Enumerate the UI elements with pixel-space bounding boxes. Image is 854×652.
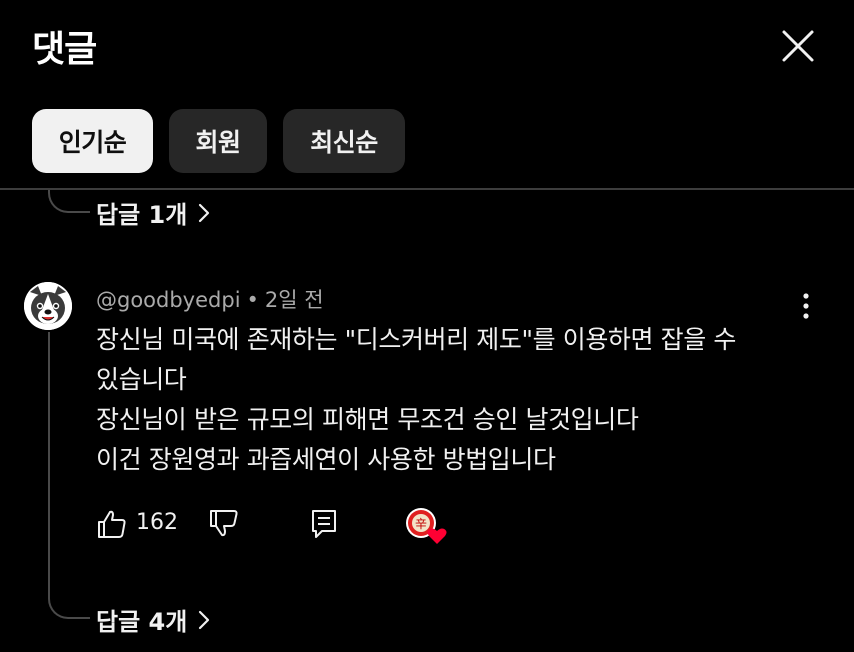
chip-newest[interactable]: 최신순 [283, 109, 405, 173]
comment-line: 있습니다 [96, 365, 187, 394]
comment-text: 장신님 미국에 존재하는 "디스커버리 제도"를 이용하면 잡을 수 있습니다 … [96, 320, 796, 480]
replies-label: 답글 4개 [96, 608, 188, 636]
view-replies-button[interactable]: 답글 1개 [96, 195, 211, 230]
close-button[interactable] [776, 24, 820, 68]
comment-time[interactable]: 2일 전 [265, 288, 324, 312]
meta-separator: • [246, 288, 259, 312]
comment-meta: @goodbyedpi • 2일 전 [96, 284, 324, 314]
replies-label: 답글 1개 [96, 201, 188, 229]
creator-heart-badge: 辛 [404, 506, 448, 546]
comment-actions: 162 辛 [96, 500, 456, 548]
chevron-right-icon [199, 203, 210, 222]
dog-avatar-icon [24, 282, 72, 330]
thread-connector [48, 190, 90, 213]
sort-filter-chips: 인기순 회원 최신순 [32, 109, 405, 173]
page-title: 댓글 [32, 29, 97, 70]
header-divider [0, 188, 854, 190]
avatar[interactable] [24, 282, 72, 330]
comment-line: 장신님 미국에 존재하는 "디스커버리 제도"를 이용하면 잡을 수 [96, 325, 737, 354]
comment-author[interactable]: @goodbyedpi [96, 288, 241, 312]
comment-reply-icon [312, 510, 336, 538]
reply-button[interactable] [310, 508, 338, 544]
more-options-button[interactable] [792, 288, 820, 324]
like-button[interactable] [96, 508, 128, 544]
dislike-button[interactable] [208, 508, 240, 544]
thumb-up-icon [98, 510, 126, 538]
close-icon [782, 30, 814, 62]
more-vert-icon [803, 293, 809, 319]
chip-popular[interactable]: 인기순 [32, 109, 153, 173]
creator-heart-char: 辛 [415, 517, 427, 531]
creator-heart-icon: 辛 [406, 508, 447, 544]
view-replies-button[interactable]: 답글 4개 [96, 602, 211, 637]
thumb-down-icon [210, 510, 238, 537]
comment-line: 이건 장원영과 과즙세연이 사용한 방법입니다 [96, 445, 556, 474]
chevron-right-icon [199, 610, 210, 629]
like-count: 162 [136, 510, 178, 535]
chip-members[interactable]: 회원 [169, 109, 267, 173]
comment-line: 장신님이 받은 규모의 피해면 무조건 승인 날것입니다 [96, 405, 639, 434]
thread-connector [48, 332, 90, 619]
